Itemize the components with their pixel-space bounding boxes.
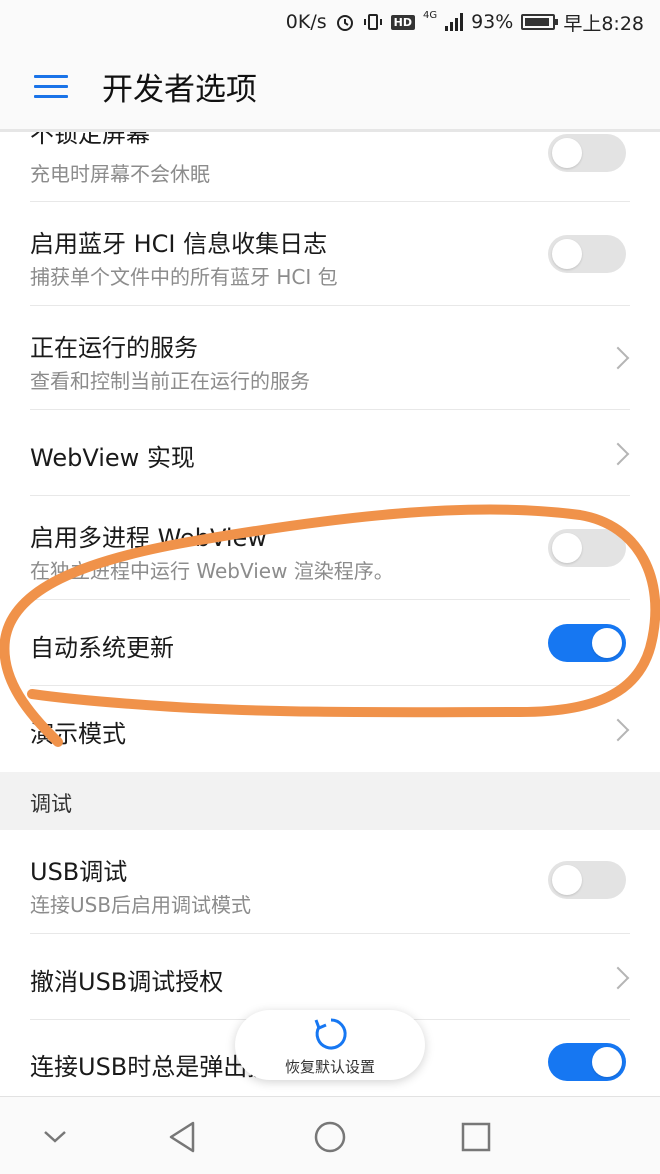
chevron-right-icon <box>606 346 630 370</box>
chevron-right-icon <box>606 442 630 466</box>
usb-prompt-toggle[interactable] <box>548 1043 626 1081</box>
setting-multiprocess-webview[interactable]: 启用多进程 WebView 在独立进程中运行 WebView 渲染程序。 <box>0 496 660 600</box>
hd-icon: HD <box>390 14 415 30</box>
section-title: 调试 <box>30 792 72 816</box>
battery-icon <box>521 14 559 30</box>
refresh-icon <box>314 1018 347 1050</box>
recents-square-icon[interactable] <box>456 1117 496 1157</box>
network-type: 4G <box>422 10 438 21</box>
menu-icon[interactable] <box>34 74 68 99</box>
multiprocess-webview-toggle[interactable] <box>548 529 626 567</box>
auto-system-update-toggle[interactable] <box>548 624 626 662</box>
back-triangle-icon[interactable] <box>163 1117 203 1157</box>
restore-defaults-button[interactable]: 恢复默认设置 <box>235 1010 425 1080</box>
setting-title: 撤消USB调试授权 <box>30 968 224 996</box>
stay-awake-toggle[interactable] <box>548 134 626 172</box>
section-header-debug: 调试 <box>0 772 660 830</box>
setting-title: 启用多进程 WebView <box>30 524 267 552</box>
setting-subtitle: 充电时屏幕不会休眠 <box>30 162 210 186</box>
setting-title: 演示模式 <box>30 720 126 748</box>
page-title: 开发者选项 <box>102 72 257 108</box>
chevron-right-icon <box>606 966 630 990</box>
setting-title: 启用蓝牙 HCI 信息收集日志 <box>30 230 328 258</box>
setting-subtitle: 在独立进程中运行 WebView 渲染程序。 <box>30 559 394 583</box>
setting-demo-mode[interactable]: 演示模式 <box>0 686 660 772</box>
setting-stay-awake[interactable]: 不锁定屏幕 充电时屏幕不会休眠 <box>0 132 660 202</box>
setting-subtitle: 捕获单个文件中的所有蓝牙 HCI 包 <box>30 265 338 289</box>
bluetooth-hci-toggle[interactable] <box>548 235 626 273</box>
setting-subtitle: 连接USB后启用调试模式 <box>30 893 252 917</box>
app-bar: 开发者选项 <box>0 44 660 132</box>
signal-icon <box>445 13 464 31</box>
setting-title: WebView 实现 <box>30 444 195 472</box>
setting-usb-debugging[interactable]: USB调试 连接USB后启用调试模式 <box>0 830 660 934</box>
home-circle-icon[interactable] <box>310 1117 350 1157</box>
status-bar: 0K/s HD 4G 93% 早上8:28 <box>0 0 660 44</box>
setting-title: USB调试 <box>30 858 128 886</box>
alarm-icon <box>335 12 355 32</box>
chevron-down-icon[interactable] <box>35 1117 75 1157</box>
setting-title: 不锁定屏幕 <box>30 132 150 148</box>
setting-auto-system-update[interactable]: 自动系统更新 <box>0 600 660 686</box>
navigation-bar <box>0 1096 660 1174</box>
setting-running-services[interactable]: 正在运行的服务 查看和控制当前正在运行的服务 <box>0 306 660 410</box>
usb-debugging-toggle[interactable] <box>548 861 626 899</box>
setting-subtitle: 查看和控制当前正在运行的服务 <box>30 369 310 393</box>
vibrate-icon <box>363 12 383 32</box>
restore-defaults-label: 恢复默认设置 <box>284 1058 375 1076</box>
settings-list[interactable]: 不锁定屏幕 充电时屏幕不会休眠 启用蓝牙 HCI 信息收集日志 捕获单个文件中的… <box>0 132 660 1096</box>
setting-title: 自动系统更新 <box>30 634 174 662</box>
setting-bluetooth-hci-log[interactable]: 启用蓝牙 HCI 信息收集日志 捕获单个文件中的所有蓝牙 HCI 包 <box>0 202 660 306</box>
setting-webview-implementation[interactable]: WebView 实现 <box>0 410 660 496</box>
network-speed: 0K/s <box>285 11 327 33</box>
battery-percent: 93% <box>471 11 514 33</box>
clock: 早上8:28 <box>563 12 644 35</box>
chevron-right-icon <box>606 718 630 742</box>
setting-revoke-usb-auth[interactable]: 撤消USB调试授权 <box>0 934 660 1020</box>
setting-title: 正在运行的服务 <box>30 334 198 362</box>
